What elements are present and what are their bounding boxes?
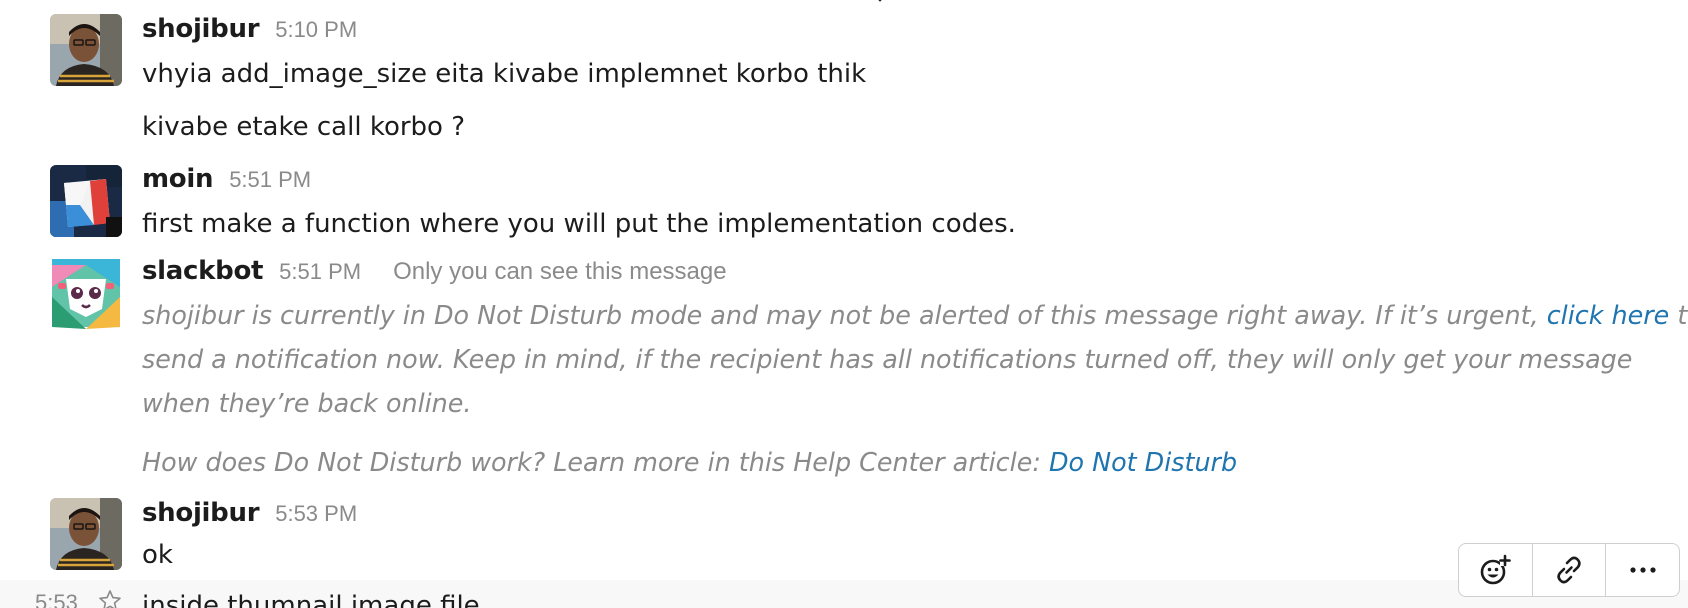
- message-timestamp[interactable]: 5:53 PM: [275, 501, 357, 527]
- message-timestamp[interactable]: 5:53: [35, 590, 78, 608]
- more-actions-button[interactable]: [1606, 544, 1679, 596]
- add-reaction-button[interactable]: [1459, 544, 1533, 596]
- message-author[interactable]: shojibur: [142, 14, 260, 44]
- message-text: ok: [142, 540, 173, 570]
- message-timestamp[interactable]: 5:51 PM: [229, 167, 311, 193]
- message-author[interactable]: slackbot: [142, 256, 263, 286]
- dnd-notice-text: send a notification now. Keep in mind, i…: [142, 344, 1633, 374]
- dnd-notice-text: when they’re back online.: [142, 388, 472, 418]
- color-blocks-avatar-icon[interactable]: [50, 165, 122, 237]
- star-icon[interactable]: [98, 589, 122, 608]
- dnd-notice: shojibur is currently in Do Not Disturb …: [142, 293, 1688, 425]
- person-photo-avatar-icon[interactable]: [50, 14, 122, 86]
- dnd-notice-text: to: [1677, 300, 1688, 330]
- add-reaction-icon: [1481, 554, 1512, 585]
- dnd-help-text: How does Do Not Disturb work? Learn more…: [142, 447, 1049, 477]
- clipped-text-fragment: [878, 0, 882, 2]
- message-text: first make a function where you will put…: [142, 209, 1016, 239]
- message-author[interactable]: moin: [142, 164, 213, 194]
- message-timestamp[interactable]: 5:51 PM: [279, 259, 361, 285]
- do-not-disturb-link[interactable]: Do Not Disturb: [1049, 447, 1237, 477]
- person-photo-avatar-icon[interactable]: [50, 498, 122, 570]
- click-here-link[interactable]: click here: [1547, 300, 1670, 330]
- message-text: inside thumnail image file: [142, 591, 480, 608]
- message-pane: shojibur 5:10 PM vhyia add_image_size ei…: [0, 0, 1688, 608]
- ephemeral-notice: Only you can see this message: [393, 258, 727, 285]
- message-text: kivabe etake call korbo ?: [142, 112, 466, 142]
- message-actions-toolbar: [1458, 543, 1680, 597]
- more-actions-icon: [1630, 567, 1656, 573]
- message-text: vhyia add_image_size eita kivabe implemn…: [142, 59, 867, 89]
- dnd-notice-text: shojibur is currently in Do Not Disturb …: [142, 300, 1547, 330]
- link-icon: [1557, 556, 1581, 584]
- dnd-help: How does Do Not Disturb work? Learn more…: [142, 440, 1642, 484]
- message-timestamp[interactable]: 5:10 PM: [275, 17, 357, 43]
- slackbot-avatar-icon[interactable]: [50, 257, 122, 329]
- message-author[interactable]: shojibur: [142, 498, 260, 528]
- copy-link-button[interactable]: [1533, 544, 1607, 596]
